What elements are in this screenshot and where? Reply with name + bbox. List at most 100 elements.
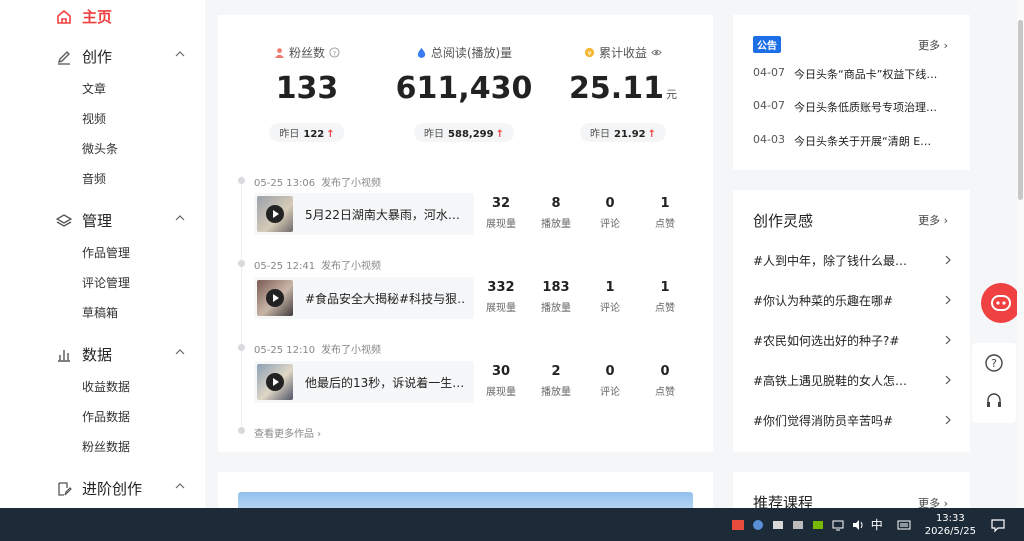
nvidia-icon[interactable] [811,518,825,532]
yesterday-value: 122 [303,129,325,140]
ime-indicator[interactable]: 中 [871,516,883,533]
stat-number: 611,430 [395,71,533,106]
stat-label-row: ¥ 累计收益 [548,44,698,61]
home-icon [57,9,71,24]
svg-text:?: ? [333,49,336,57]
notice-card: 公告 更多 › 04-07 今日头条“商品卡”权益下线… 04-07 今日头条低质账… [733,15,970,170]
svg-text:?: ? [991,357,997,370]
sidebar-item-drafts[interactable]: 草稿箱 [82,304,118,321]
notice-item[interactable]: 04-07 今日头条“商品卡”权益下线… [753,66,952,82]
chevron-up-icon[interactable] [174,212,186,224]
play-icon [266,373,284,391]
app-tray-icon[interactable] [751,518,765,532]
timeline-dot [238,260,245,267]
nav-home[interactable]: 主页 [56,6,112,27]
metric-label: 评论 [600,303,620,314]
metric-label: 播放量 [541,387,571,398]
metric-label: 点赞 [655,219,675,230]
sidebar-item-micro[interactable]: 微头条 [82,140,118,157]
stat-number: 133 [275,71,339,106]
video-thumbnail[interactable] [257,280,293,316]
inspiration-item[interactable]: #高铁上遇见脱鞋的女人怎… [753,372,953,389]
nav-group-data[interactable]: 数据 [56,344,186,365]
metric-comments: 0 评论 [585,364,635,398]
nav-home-label: 主页 [82,8,113,26]
metric-value: 0 [660,364,670,379]
notification-icon[interactable] [990,517,1006,533]
bar-chart-icon [58,349,70,362]
metric-value: 2 [551,364,561,379]
speaker-icon[interactable] [851,518,865,532]
nav-group-advanced[interactable]: 进阶创作 [56,478,186,499]
metric-likes: 1 点赞 [640,280,690,314]
timeline-dot [238,344,245,351]
inspiration-item[interactable]: #人到中年，除了钱什么最… [753,252,953,269]
sidebar-item-video[interactable]: 视频 [82,110,106,127]
post-title[interactable]: 他最后的13秒，诉说着一生… [305,374,465,391]
inspiration-item[interactable]: #你们觉得消防员辛苦吗# [753,412,953,429]
metric-plays: 8 播放量 [531,196,581,230]
app-tray-icon[interactable] [771,518,785,532]
chevron-right-icon [945,415,951,425]
help-icon[interactable]: ? [329,47,340,58]
sidebar-item-work-data[interactable]: 作品数据 [82,408,130,425]
post-title[interactable]: #食品安全大揭秘#科技与狠… [305,290,465,307]
droplet-icon [417,47,425,58]
headset-icon[interactable] [984,391,1004,411]
help-icon[interactable]: ? [984,353,1004,373]
app-tray-icon[interactable] [731,518,745,532]
nav-group-create[interactable]: 创作 [56,46,186,67]
chevron-up-icon[interactable] [174,346,186,358]
inspiration-topic: #农民如何选出好的种子?# [753,334,900,348]
metric-label: 评论 [600,387,620,398]
notice-item[interactable]: 04-07 今日头条低质账号专项治理… [753,99,952,115]
yesterday-label: 昨日 [589,129,610,140]
scrollbar-thumb[interactable] [1018,20,1023,200]
eye-icon[interactable] [651,47,662,58]
post-action: 发布了小视频 [321,178,382,189]
chevron-up-icon[interactable] [174,480,186,492]
more-works-link[interactable]: 查看更多作品 › [254,425,321,440]
notice-text: 今日头条低质账号专项治理… [794,101,937,114]
inspiration-card: 创作灵感 更多 › #人到中年，除了钱什么最… #你认为种菜的乐趣在哪# #农民… [733,190,970,452]
inspiration-item[interactable]: #你认为种菜的乐趣在哪# [753,292,953,309]
notice-date: 04-07 [753,66,785,79]
chevron-right-icon [945,375,951,385]
sidebar-item-comments[interactable]: 评论管理 [82,274,130,291]
post-item[interactable]: #食品安全大揭秘#科技与狠… [254,277,474,319]
video-thumbnail[interactable] [257,364,293,400]
edit-doc-icon [58,481,72,496]
sidebar-item-audio[interactable]: 音频 [82,170,106,187]
inspiration-topic: #人到中年，除了钱什么最… [753,254,908,268]
assistant-button[interactable] [981,283,1021,323]
metric-value: 1 [660,280,670,295]
notice-more-link[interactable]: 更多 › [918,37,948,53]
inspiration-more-link[interactable]: 更多 › [918,212,948,228]
sidebar-item-works[interactable]: 作品管理 [82,244,130,261]
sidebar-item-income[interactable]: 收益数据 [82,378,130,395]
nav-group-manage[interactable]: 管理 [56,210,186,231]
post-meta: 05-25 12:41 发布了小视频 [254,257,381,272]
clock[interactable]: 13:33 2026/5/25 [925,512,976,538]
inspiration-topic: #你认为种菜的乐趣在哪# [753,294,894,308]
metric-plays: 183 播放量 [531,280,581,314]
notice-item[interactable]: 04-03 今日头条关于开展“清朗 E… [753,133,952,149]
system-tray: 中 13:33 2026/5/25 [731,508,1024,541]
post-item[interactable]: 5月22日湖南大暴雨，河水… [254,193,474,235]
keyboard-icon[interactable] [897,518,911,532]
post-item[interactable]: 他最后的13秒，诉说着一生… [254,361,474,403]
chevron-right-icon [945,295,951,305]
app-tray-icon[interactable] [791,518,805,532]
yesterday-label: 昨日 [279,129,300,140]
play-icon [266,205,284,223]
post-title[interactable]: 5月22日湖南大暴雨，河水… [305,206,465,223]
chevron-up-icon[interactable] [174,48,186,60]
network-icon[interactable] [831,518,845,532]
inspiration-item[interactable]: #农民如何选出好的种子?# [753,332,953,349]
sidebar-item-article[interactable]: 文章 [82,80,106,97]
help-panel: ? [972,343,1016,423]
sidebar-item-fans-data[interactable]: 粉丝数据 [82,438,130,455]
video-thumbnail[interactable] [257,196,293,232]
stat-yesterday: 昨日 21.92 ↑ [579,123,667,142]
trend-up-icon: ↑ [647,129,657,140]
